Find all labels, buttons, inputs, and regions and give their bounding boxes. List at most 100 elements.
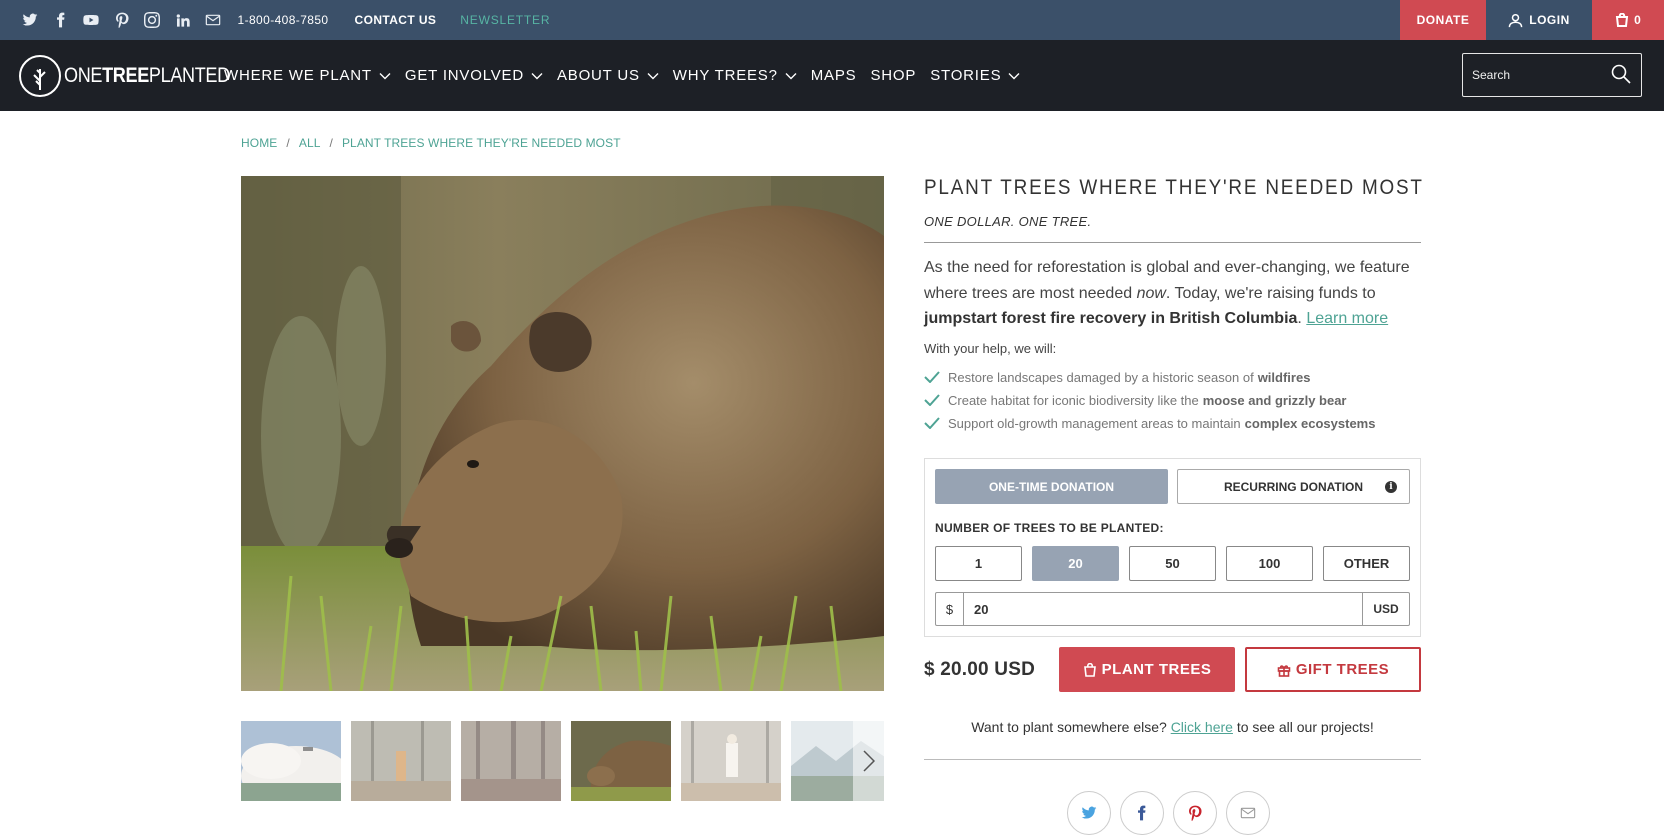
user-icon (1508, 13, 1523, 27)
quantity-option-100[interactable]: 100 (1226, 546, 1313, 581)
shopping-bag-icon (1616, 13, 1629, 27)
nav-maps[interactable]: MAPS (811, 67, 857, 84)
recurring-donation-label: RECURRING DONATION (1223, 479, 1364, 494)
thumbnail-strip (241, 721, 884, 801)
thumbnail-tree-planter[interactable] (681, 721, 781, 801)
email-icon (1240, 807, 1256, 819)
quantity-option-1[interactable]: 1 (935, 546, 1022, 581)
price: $ 20.00 USD (924, 659, 1035, 680)
product-title: PLANT TREES WHERE THEY'RE NEEDED MOST (924, 176, 1424, 199)
click-here-link[interactable]: Click here (1171, 719, 1233, 735)
twitter-icon[interactable] (20, 10, 40, 30)
nav-about-us[interactable]: ABOUT US (557, 67, 659, 84)
chevron-down-icon (379, 72, 391, 79)
pinterest-icon[interactable] (112, 10, 132, 30)
twitter-icon (1081, 806, 1097, 819)
list-item: Create habitat for iconic biodiversity l… (924, 389, 1421, 412)
share-twitter-button[interactable] (1067, 791, 1111, 835)
divider (924, 242, 1421, 243)
youtube-icon[interactable] (81, 10, 101, 30)
info-icon[interactable]: i (1385, 481, 1397, 493)
quantity-option-50[interactable]: 50 (1129, 546, 1216, 581)
check-icon (924, 394, 940, 406)
search-input[interactable] (1463, 68, 1603, 82)
gift-trees-label: GIFT TREES (1295, 661, 1390, 678)
thumbnail-planter[interactable] (351, 721, 451, 801)
plant-trees-button[interactable]: PLANT TREES (1059, 647, 1235, 692)
recurring-donation-button[interactable]: RECURRING DONATION i (1177, 469, 1410, 504)
chevron-down-icon (1008, 72, 1020, 79)
facebook-icon (1138, 805, 1146, 821)
newsletter-link[interactable]: NEWSLETTER (460, 13, 550, 27)
one-time-donation-button[interactable]: ONE-TIME DONATION (935, 469, 1168, 504)
check-icon (924, 417, 940, 429)
pinterest-icon (1189, 805, 1202, 821)
logo[interactable]: ONETREEPLANTED (19, 54, 257, 97)
thumbnail-next-button[interactable] (853, 721, 884, 801)
top-bar: 1-800-408-7850 CONTACT US NEWSLETTER DON… (0, 0, 1664, 40)
goals-list: Restore landscapes damaged by a historic… (924, 366, 1421, 435)
gift-trees-button[interactable]: GIFT TREES (1245, 647, 1421, 692)
nav-stories[interactable]: STORIES (930, 67, 1020, 84)
product-main-image[interactable] (241, 176, 884, 691)
login-label: LOGIN (1529, 13, 1570, 27)
contact-us-link[interactable]: CONTACT US (355, 13, 437, 27)
list-item: Support old-growth management areas to m… (924, 412, 1421, 435)
chevron-down-icon (531, 72, 543, 79)
help-intro: With your help, we will: (924, 340, 1057, 356)
email-icon[interactable] (203, 10, 223, 30)
nav-why-trees[interactable]: WHY TREES? (673, 67, 797, 84)
breadcrumb-home[interactable]: HOME (241, 136, 277, 150)
nav-menu: WHERE WE PLANT GET INVOLVED ABOUT US WHY… (224, 40, 1034, 111)
breadcrumb-current[interactable]: PLANT TREES WHERE THEY'RE NEEDED MOST (342, 136, 621, 150)
list-item: Restore landscapes damaged by a historic… (924, 366, 1421, 389)
product-description: As the need for reforestation is global … (924, 259, 1410, 327)
currency-code: USD (1362, 593, 1409, 625)
search-icon[interactable] (1611, 64, 1631, 84)
donate-button[interactable]: DONATE (1400, 0, 1486, 40)
share-email-button[interactable] (1226, 791, 1270, 835)
logo-text: ONETREEPLANTED (64, 63, 230, 87)
search-box (1462, 53, 1642, 97)
social-links (20, 10, 234, 30)
check-icon (924, 371, 940, 383)
chevron-right-icon (862, 750, 875, 772)
phone-number[interactable]: 1-800-408-7850 (238, 13, 329, 27)
breadcrumb: HOME / ALL / PLANT TREES WHERE THEY'RE NEEDE… (241, 136, 621, 150)
quantity-option-other[interactable]: OTHER (1323, 546, 1410, 581)
nav-get-involved[interactable]: GET INVOLVED (405, 67, 543, 84)
instagram-icon[interactable] (142, 10, 162, 30)
share-pinterest-button[interactable] (1173, 791, 1217, 835)
breadcrumb-all[interactable]: ALL (299, 136, 321, 150)
quantity-option-20[interactable]: 20 (1032, 546, 1119, 581)
thumbnail-forest[interactable] (461, 721, 561, 801)
currency-symbol: $ (936, 593, 964, 625)
chevron-down-icon (647, 72, 659, 79)
donation-form: ONE-TIME DONATION RECURRING DONATION i N… (924, 458, 1421, 637)
gift-icon (1277, 664, 1291, 677)
learn-more-link[interactable]: Learn more (1306, 310, 1388, 327)
main-navigation: ONETREEPLANTED WHERE WE PLANT GET INVOLV… (0, 40, 1664, 111)
account-actions: DONATE LOGIN 0 (1400, 0, 1664, 40)
facebook-icon[interactable] (51, 10, 71, 30)
divider (924, 759, 1421, 760)
other-projects-text: Want to plant somewhere else? Click here… (971, 719, 1374, 735)
login-button[interactable]: LOGIN (1486, 0, 1592, 40)
chevron-down-icon (785, 72, 797, 79)
plant-trees-label: PLANT TREES (1101, 661, 1212, 678)
cart-button[interactable]: 0 (1592, 0, 1664, 40)
amount-input[interactable] (964, 593, 1362, 625)
amount-field-group: $ USD (935, 592, 1410, 626)
linkedin-icon[interactable] (173, 10, 193, 30)
share-facebook-button[interactable] (1120, 791, 1164, 835)
tree-logo-icon (19, 54, 61, 97)
nav-shop[interactable]: SHOP (870, 67, 916, 84)
thumbnail-grizzly-bear[interactable] (571, 721, 671, 801)
product-info: PLANT TREES WHERE THEY'RE NEEDED MOST ON… (924, 176, 1424, 435)
nav-where-we-plant[interactable]: WHERE WE PLANT (224, 67, 391, 84)
product-subtitle: ONE DOLLAR. ONE TREE. (924, 214, 1092, 229)
share-buttons (1067, 791, 1279, 835)
shopping-bag-icon (1083, 662, 1096, 677)
cart-count: 0 (1634, 13, 1641, 27)
thumbnail-helicopter[interactable] (241, 721, 341, 801)
